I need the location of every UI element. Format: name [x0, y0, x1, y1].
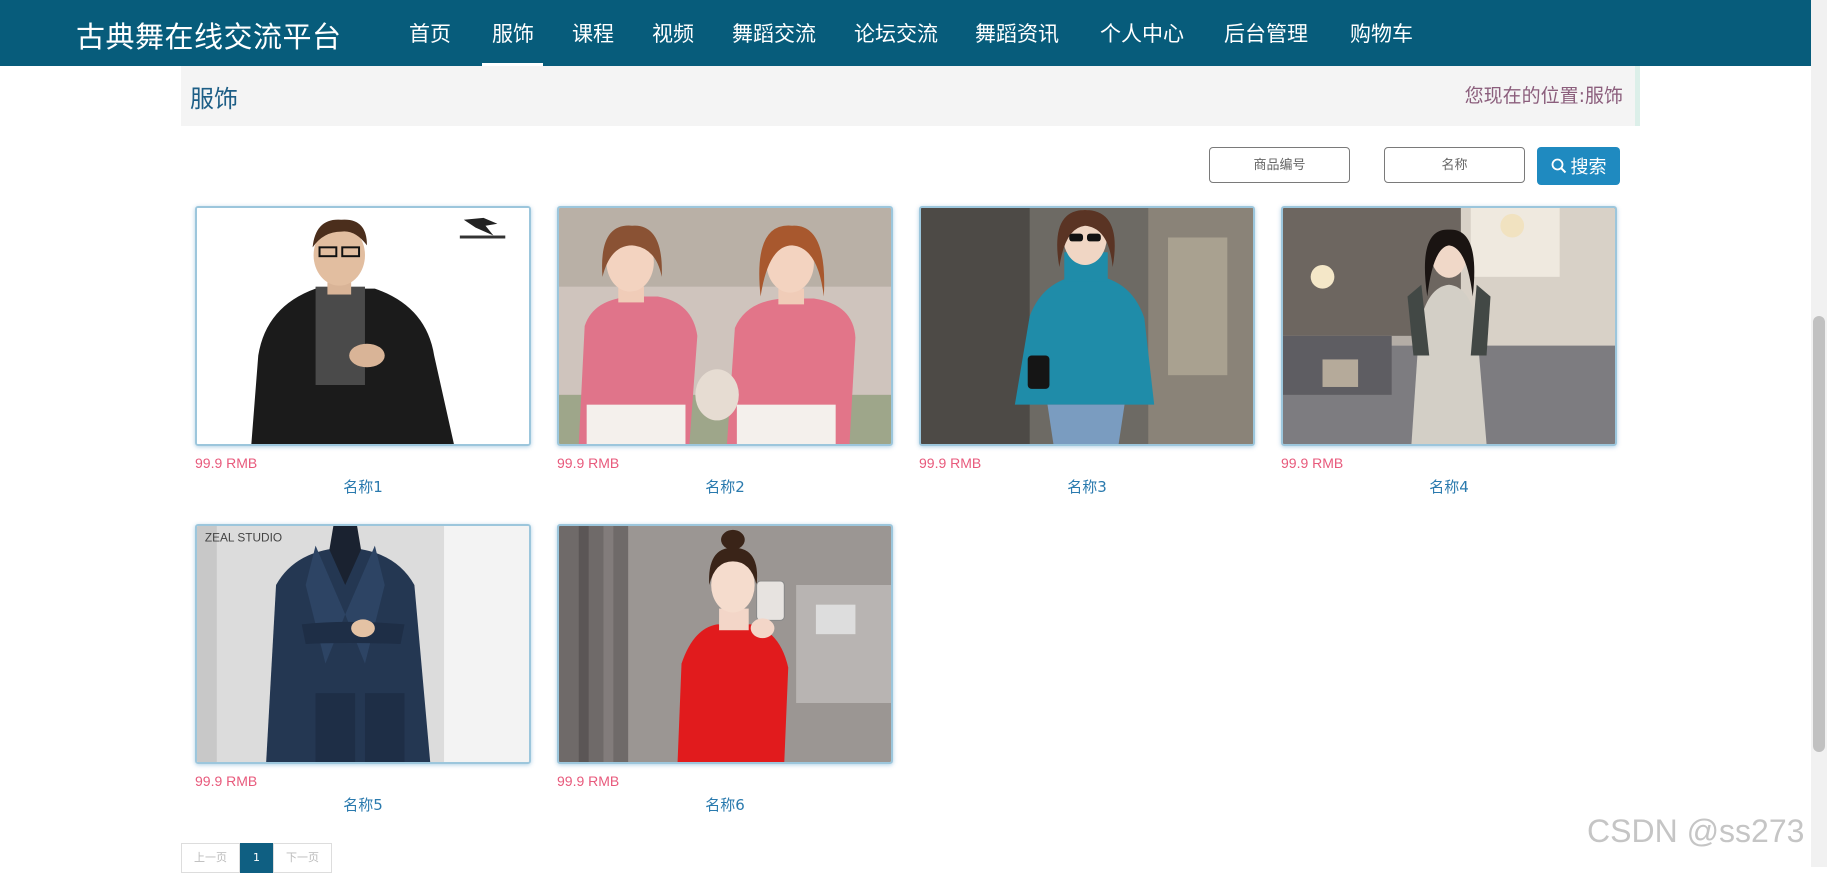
breadcrumb-label: 您现在的位置: — [1464, 85, 1585, 107]
product-card: 99.9 RMB 名称2 — [557, 206, 893, 497]
nav-courses[interactable]: 课程 — [572, 18, 614, 48]
product-price: 99.9 RMB — [557, 455, 620, 471]
search-button[interactable]: 搜索 — [1537, 147, 1620, 185]
product-code-input[interactable] — [1209, 147, 1350, 183]
product-price: 99.9 RMB — [195, 773, 258, 789]
product-name[interactable]: 名称3 — [919, 476, 1255, 497]
product-price: 99.9 RMB — [1281, 455, 1344, 471]
product-card: 99.9 RMB 名称1 — [195, 206, 531, 497]
product-name[interactable]: 名称4 — [1281, 476, 1617, 497]
product-image[interactable] — [195, 206, 531, 446]
search-button-label: 搜索 — [1570, 157, 1607, 178]
product-image[interactable] — [557, 206, 893, 446]
product-name[interactable]: 名称5 — [195, 794, 531, 815]
product-name[interactable]: 名称1 — [195, 476, 531, 497]
product-price: 99.9 RMB — [557, 773, 620, 789]
top-navbar: 古典舞在线交流平台 首页 服饰 课程 视频 舞蹈交流 论坛交流 舞蹈资讯 个人中… — [0, 0, 1811, 66]
nav-cart[interactable]: 购物车 — [1350, 18, 1413, 48]
product-name[interactable]: 名称2 — [557, 476, 893, 497]
product-image[interactable]: ZEAL STUDIO — [195, 524, 531, 764]
product-price: 99.9 RMB — [195, 455, 258, 471]
scrollbar-thumb[interactable] — [1813, 316, 1825, 752]
nav-home[interactable]: 首页 — [409, 18, 451, 48]
nav-videos[interactable]: 视频 — [652, 18, 694, 48]
nav-profile[interactable]: 个人中心 — [1100, 18, 1184, 48]
product-name-input[interactable] — [1384, 147, 1525, 183]
pagination: 上一页 1 下一页 — [181, 843, 332, 873]
nav-admin[interactable]: 后台管理 — [1224, 18, 1308, 48]
product-price: 99.9 RMB — [919, 455, 982, 471]
watermark: CSDN @ss273 — [1587, 813, 1805, 849]
page-number-button[interactable]: 1 — [240, 843, 273, 873]
product-image[interactable] — [1281, 206, 1617, 446]
nav-dance-news[interactable]: 舞蹈资讯 — [975, 18, 1059, 48]
search-icon — [1551, 158, 1567, 174]
product-card: 99.9 RMB 名称6 — [557, 524, 893, 815]
page-scrollbar[interactable] — [1811, 0, 1827, 867]
product-card: ZEAL STUDIO 99.9 RMB 名称5 — [195, 524, 531, 815]
product-card: 99.9 RMB 名称3 — [919, 206, 1255, 497]
product-card: 99.9 RMB 名称4 — [1281, 206, 1617, 497]
nav-forum[interactable]: 论坛交流 — [854, 18, 938, 48]
page-title: 服饰 — [190, 85, 238, 113]
prev-page-button[interactable]: 上一页 — [181, 843, 240, 873]
product-image[interactable] — [919, 206, 1255, 446]
site-brand[interactable]: 古典舞在线交流平台 — [76, 14, 342, 56]
svg-text:ZEAL STUDIO: ZEAL STUDIO — [205, 531, 282, 545]
breadcrumb-current[interactable]: 服饰 — [1585, 85, 1623, 107]
product-name[interactable]: 名称6 — [557, 794, 893, 815]
page-heading-bar: 服饰 您现在的位置:服饰 — [181, 66, 1640, 126]
nav-apparel[interactable]: 服饰 — [492, 18, 534, 48]
nav-dance-exchange[interactable]: 舞蹈交流 — [732, 18, 816, 48]
product-image[interactable] — [557, 524, 893, 764]
breadcrumb: 您现在的位置:服饰 — [1465, 81, 1623, 108]
next-page-button[interactable]: 下一页 — [273, 843, 332, 873]
